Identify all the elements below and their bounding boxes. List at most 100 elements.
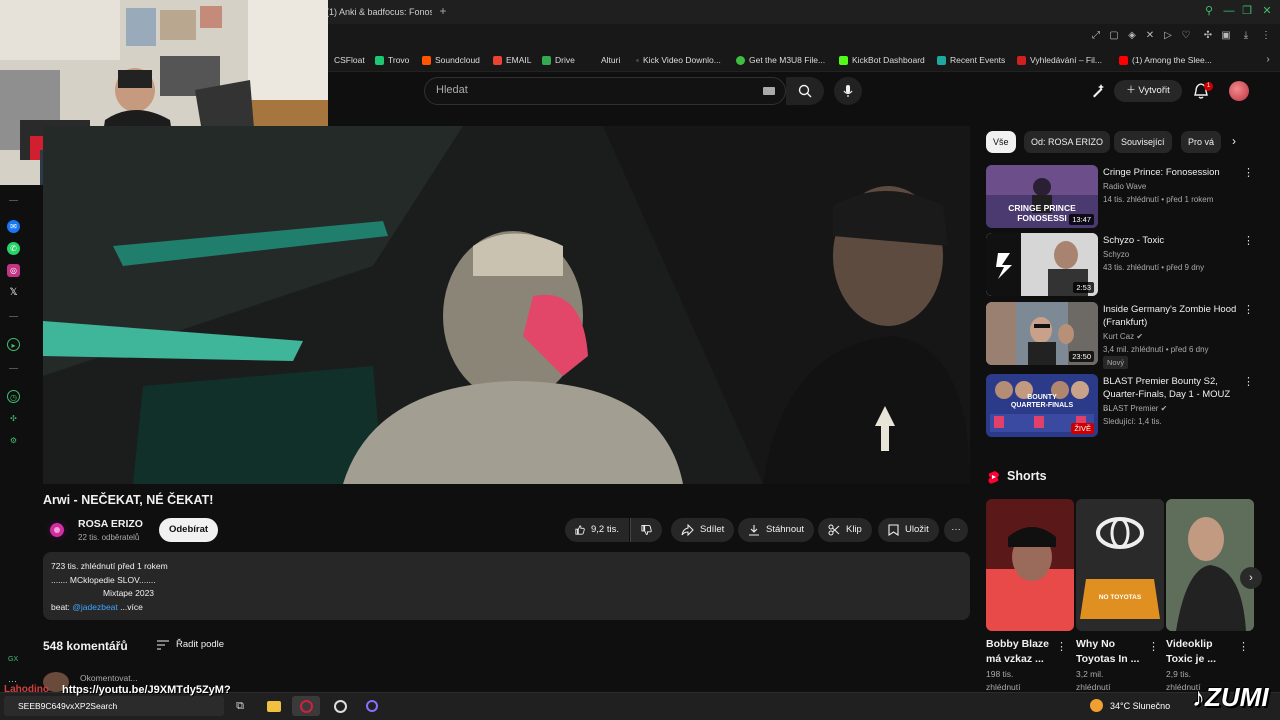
dislike-button[interactable] (630, 518, 662, 542)
download-button[interactable]: Stáhnout (738, 518, 815, 542)
short-title[interactable]: Why No Toyotas In ... (1076, 637, 1154, 667)
player-icon[interactable]: ▸ (7, 338, 20, 351)
recommended-channel[interactable]: Radio Wave (1103, 181, 1243, 192)
bookmark-item[interactable]: Vyhledávání – Fil... (1017, 52, 1102, 68)
recommended-channel[interactable]: BLAST Premier ✔ (1103, 403, 1243, 414)
recommended-thumbnail[interactable]: BOUNTY QUARTER-FINALS ŽIVĚ (986, 374, 1098, 437)
sort-icon[interactable] (157, 640, 169, 650)
chip-for-you[interactable]: Pro vá (1181, 131, 1222, 153)
video-description[interactable]: 723 tis. zhlédnutí před 1 rokem ....... … (43, 552, 970, 620)
bookmark-item[interactable]: Soundcloud (422, 52, 480, 68)
clip-button[interactable]: Klip (818, 518, 872, 542)
extensions-icon[interactable]: ✣ (7, 412, 20, 425)
account-avatar[interactable] (1229, 81, 1249, 101)
share-button[interactable]: Sdílet (671, 518, 735, 542)
sort-button[interactable]: Řadit podle (176, 639, 224, 650)
comment-input[interactable]: Okomentovat... (80, 673, 138, 683)
translate-icon[interactable]: ✕ (1142, 28, 1158, 44)
minimize-icon[interactable]: — (1222, 4, 1236, 18)
short-title[interactable]: Bobby Blaze má vzkaz ... (986, 637, 1064, 667)
bookmark-item[interactable]: CSFloat (334, 52, 365, 68)
bookmark-item[interactable]: Drive (542, 52, 575, 68)
shield-icon[interactable]: ◈ (1124, 28, 1140, 44)
bookmark-item[interactable]: (1) Among the Slee... (1119, 52, 1212, 68)
channel-avatar[interactable] (46, 519, 68, 541)
instagram-icon[interactable]: ◎ (7, 264, 20, 277)
whatsapp-icon[interactable]: ✆ (7, 242, 20, 255)
chips-next-icon[interactable]: › (1232, 134, 1236, 148)
recommended-title[interactable]: Cringe Prince: Fonosession (1103, 166, 1238, 179)
more-actions-button[interactable]: ··· (944, 518, 968, 542)
beat-link[interactable]: @jadezbeat (72, 602, 118, 612)
gx-icon[interactable]: GX (8, 656, 18, 663)
play-icon[interactable]: ▷ (1160, 28, 1176, 44)
more-vertical-icon[interactable]: ⋮ (1243, 375, 1254, 389)
short-thumbnail[interactable] (986, 499, 1074, 631)
more-vertical-icon[interactable]: ⋮ (1243, 303, 1254, 317)
close-icon[interactable]: ✕ (1260, 4, 1274, 18)
history-icon[interactable]: ◷ (7, 390, 20, 403)
box-icon[interactable]: ▣ (1218, 28, 1234, 44)
puzzle-icon[interactable]: ✣ (1200, 28, 1216, 44)
subscribe-button[interactable]: Odebírat (159, 518, 218, 542)
extension-icon[interactable]: ⤢ (1088, 28, 1104, 44)
maximize-icon[interactable]: ❐ (1240, 4, 1254, 18)
short-title[interactable]: Videoklip Toxic je ... (1166, 637, 1244, 667)
messenger-icon[interactable]: ✉ (7, 220, 20, 233)
search-button[interactable] (786, 77, 824, 105)
more-vertical-icon[interactable]: ⋮ (1243, 234, 1254, 248)
bookmark-item[interactable]: Alturi (601, 52, 620, 68)
task-view-icon[interactable]: ⧉ (226, 696, 254, 716)
chip-all[interactable]: Vše (986, 131, 1016, 153)
menu-icon[interactable]: ⋮ (1258, 28, 1274, 44)
search-icon[interactable]: ⚲ (1202, 4, 1216, 18)
short-thumbnail[interactable] (1166, 499, 1254, 631)
short-thumbnail-text: NO TOYOTAS (1098, 594, 1142, 601)
settings-icon[interactable]: ⚙ (7, 434, 20, 447)
app-icon[interactable] (358, 696, 386, 716)
channel-name[interactable]: ROSA ERIZO (78, 518, 143, 530)
more-vertical-icon[interactable]: ⋮ (1243, 166, 1254, 180)
recommended-channel[interactable]: Kurt Caz ✔ (1103, 331, 1243, 342)
bookmark-item[interactable]: Recent Events (937, 52, 1005, 68)
bookmarks-more-icon[interactable]: › (1260, 52, 1276, 68)
recommended-channel[interactable]: Schyzo (1103, 249, 1243, 260)
keyboard-icon[interactable] (763, 87, 775, 95)
voice-search-button[interactable] (834, 77, 862, 105)
recommended-title[interactable]: Inside Germany's Zombie Hood (Frankfurt) (1103, 303, 1238, 329)
show-more-link[interactable]: ...více (120, 602, 143, 612)
x-icon[interactable]: 𝕏 (7, 286, 20, 299)
heart-icon[interactable]: ♡ (1178, 28, 1194, 44)
chip-related[interactable]: Související (1114, 131, 1172, 153)
opera-gx-icon[interactable] (292, 696, 320, 716)
recommended-thumbnail[interactable]: 23:50 (986, 302, 1098, 365)
weather-widget[interactable]: 34°C Slunečno (1110, 701, 1170, 711)
save-button[interactable]: Uložit (878, 518, 939, 542)
bookmark-item[interactable]: KickBot Dashboard (839, 52, 925, 68)
download-icon[interactable]: ⤓ (1238, 28, 1254, 44)
taskbar-search[interactable]: SEEB9C649vxXP2Search (4, 696, 224, 716)
bookmark-item[interactable]: EMAIL (493, 52, 532, 68)
more-vertical-icon[interactable]: ⋮ (1238, 640, 1249, 654)
more-vertical-icon[interactable]: ⋮ (1056, 640, 1067, 654)
short-thumbnail[interactable]: NO TOYOTAS (1076, 499, 1164, 631)
browser-tab-active[interactable]: (1) Anki & badfocus: Fonos (326, 2, 432, 22)
recommended-title[interactable]: Schyzo - Toxic (1103, 234, 1238, 247)
screenshot-icon[interactable]: ▢ (1106, 28, 1122, 44)
bookmark-item[interactable]: Get the M3U8 File... (736, 52, 825, 68)
file-explorer-icon[interactable] (260, 696, 288, 716)
shorts-next-button[interactable]: › (1240, 567, 1262, 589)
magic-wand-icon[interactable] (1090, 83, 1106, 99)
new-tab-button[interactable]: + (436, 4, 450, 18)
create-button[interactable]: ＋ Vytvořit (1114, 80, 1182, 102)
more-vertical-icon[interactable]: ⋮ (1148, 640, 1159, 654)
obs-icon[interactable] (326, 696, 354, 716)
bookmark-item[interactable]: Trovo (375, 52, 409, 68)
bookmark-item[interactable]: Kick Video Downlo... (636, 52, 721, 68)
chip-from-channel[interactable]: Od: ROSA ERIZO (1024, 131, 1111, 153)
video-player[interactable] (43, 126, 970, 484)
recommended-thumbnail[interactable]: CRINGE PRINCE FONOSESSI 13:47 (986, 165, 1098, 228)
search-input[interactable] (424, 77, 786, 105)
recommended-thumbnail[interactable]: 2:53 (986, 233, 1098, 296)
like-button[interactable]: 9,2 tis. (565, 518, 629, 542)
